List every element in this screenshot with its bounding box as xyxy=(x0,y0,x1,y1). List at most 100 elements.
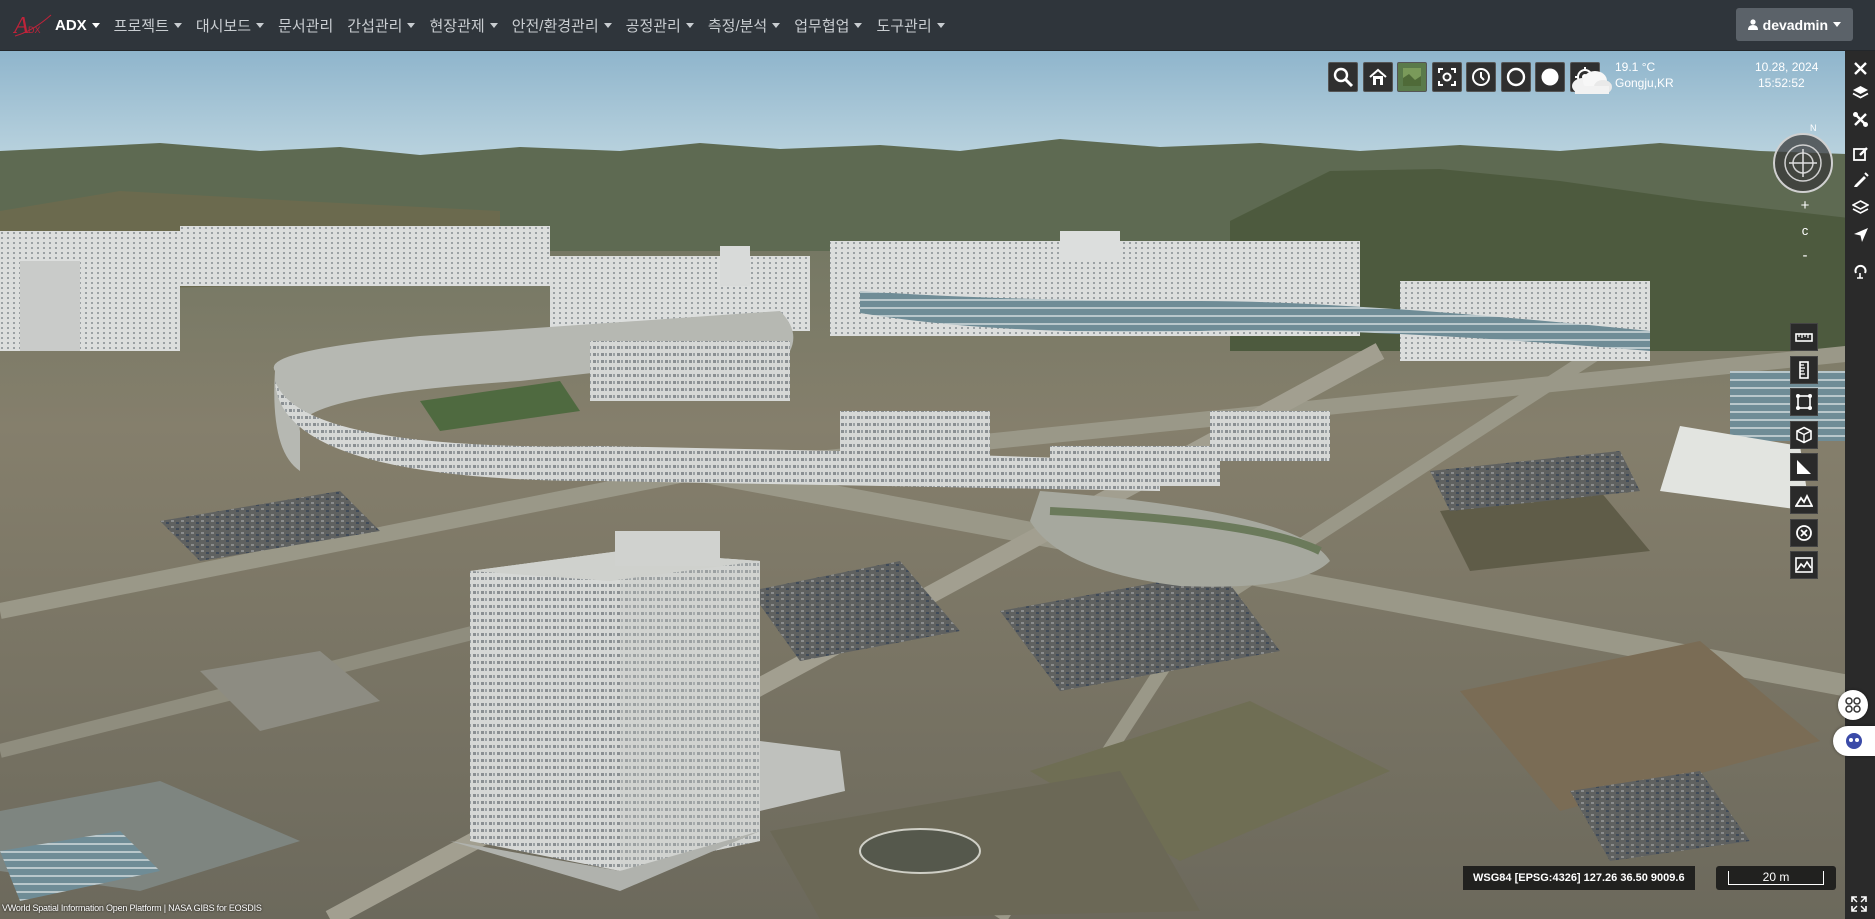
chevron-down-icon xyxy=(173,22,182,28)
fullscreen-icon[interactable] xyxy=(1850,895,1868,913)
grid-apps-icon xyxy=(1845,697,1861,713)
chevron-down-icon xyxy=(854,22,863,28)
profile-tool-button[interactable] xyxy=(1790,551,1818,580)
nav-item-6[interactable]: 안전/환경관리 xyxy=(512,15,612,36)
cloud-icon xyxy=(1572,71,1612,94)
circle-outline-icon xyxy=(1506,67,1525,87)
chatbot-icon xyxy=(1846,733,1862,749)
rail-edit-button[interactable] xyxy=(1848,142,1872,164)
chevron-down-icon xyxy=(256,22,265,28)
cube-icon xyxy=(1796,426,1812,444)
compass-widget[interactable]: N xyxy=(1772,123,1834,198)
nav-item-4[interactable]: 간섭관리 xyxy=(347,15,416,36)
svg-text:A: A xyxy=(13,13,29,39)
stack-icon xyxy=(1851,199,1869,214)
profile-icon xyxy=(1795,557,1813,573)
nav-item-1[interactable]: 프로젝트 xyxy=(114,15,182,36)
clear-tool-button[interactable] xyxy=(1790,518,1818,547)
circle-filled-button[interactable] xyxy=(1535,62,1565,92)
ruler-tool-button[interactable] xyxy=(1790,323,1818,351)
cube-tool-button[interactable] xyxy=(1790,420,1818,449)
nav-item-label: 프로젝트 xyxy=(113,17,169,35)
scale-bar: 20 m xyxy=(1716,866,1836,890)
map-toolbar xyxy=(1328,62,1604,92)
rail-close-button[interactable] xyxy=(1848,57,1872,79)
coordinate-readout: WSG84 [EPSG:4326] 127.26 36.50 9009.6 xyxy=(1463,866,1695,890)
nav-item-label: 간섭관리 xyxy=(347,17,403,35)
zoom-out-button[interactable]: - xyxy=(1796,247,1814,265)
nav-item-2[interactable]: 대시보드 xyxy=(195,15,265,36)
chevron-down-icon xyxy=(91,22,100,28)
brand-name: ADX xyxy=(55,16,87,34)
rail-undo-button[interactable] xyxy=(1848,261,1872,283)
clear-icon xyxy=(1796,524,1812,541)
chevron-down-icon xyxy=(772,22,781,28)
scale-label: 20 m xyxy=(1762,870,1790,884)
area-measure-icon xyxy=(1796,394,1812,411)
zoom-reset-button[interactable]: c xyxy=(1796,222,1814,240)
close-icon xyxy=(1853,61,1867,75)
chevron-down-icon xyxy=(489,22,498,28)
nav-item-label: 대시보드 xyxy=(195,17,252,35)
app-root: A DX ADX 프로젝트 대시보드 문서관리 간섭관리 현장관제 안전/환경관리 공정관리… xyxy=(0,0,1875,919)
nav-item-label: 도구관리 xyxy=(876,17,932,35)
nav-item-7[interactable]: 공정관리 xyxy=(626,15,694,36)
datetime-widget: 10.28, 2024 15:52:52 xyxy=(1755,59,1818,91)
chatbot-button[interactable] xyxy=(1833,726,1875,756)
user-menu-button[interactable]: devadmin xyxy=(1735,8,1853,41)
measure-toolbar xyxy=(1790,323,1818,584)
right-rail xyxy=(1845,51,1875,919)
rail-pen-button[interactable] xyxy=(1848,168,1872,190)
angle-icon xyxy=(1797,460,1811,475)
circle-outline-button[interactable] xyxy=(1500,62,1531,92)
search-icon xyxy=(1333,67,1354,88)
nav-item-label: 안전/환경관리 xyxy=(511,17,599,35)
current-time: 15:52:52 xyxy=(1758,76,1805,90)
nav-item-3[interactable]: 문서관리 xyxy=(278,15,333,36)
adx-logo: A DX xyxy=(13,13,52,39)
nav-item-8[interactable]: 측정/분석 xyxy=(708,15,781,36)
chevron-down-icon xyxy=(1833,22,1841,27)
map-viewport[interactable]: 19.1 °C Gongju,KR 10.28, 2024 15:52:52 N… xyxy=(0,51,1875,919)
nav-item-10[interactable]: 도구관리 xyxy=(876,15,945,36)
map-attribution: VWorld Spatial Information Open Platform… xyxy=(2,903,262,913)
chevron-down-icon xyxy=(936,22,945,28)
rail-stack-button[interactable] xyxy=(1848,196,1872,218)
terrain-tool-button[interactable] xyxy=(1790,485,1818,514)
ruler-icon xyxy=(1795,333,1813,342)
rail-tools-cross-button[interactable] xyxy=(1848,108,1872,130)
tools-cross-icon xyxy=(1852,111,1868,127)
screen-capture-icon xyxy=(1437,68,1456,86)
nav-item-9[interactable]: 업무협업 xyxy=(794,15,863,36)
weather-location: Gongju,KR xyxy=(1615,76,1674,90)
search-button[interactable] xyxy=(1328,62,1358,92)
rail-send-button[interactable] xyxy=(1848,223,1872,245)
satellite-layer-icon xyxy=(1403,68,1421,86)
nav-item-5[interactable]: 현장관제 xyxy=(429,15,498,36)
user-icon xyxy=(1747,19,1758,30)
edit-icon xyxy=(1852,146,1868,161)
main-menu: 프로젝트 대시보드 문서관리 간섭관리 현장관제 안전/환경관리 공정관리 측정/분석 업무협업… xyxy=(114,0,959,51)
brand-menu[interactable]: A DX ADX xyxy=(0,0,100,51)
rail-layers-button[interactable] xyxy=(1848,81,1872,103)
home-button[interactable] xyxy=(1362,62,1393,92)
nav-item-label: 현장관제 xyxy=(429,17,485,35)
terrain-icon xyxy=(1795,493,1813,507)
map-3d-scene[interactable] xyxy=(0,51,1875,919)
ruler-vertical-tool-button[interactable] xyxy=(1790,355,1818,384)
undo-icon xyxy=(1854,264,1866,279)
nav-item-label: 공정관리 xyxy=(625,17,681,35)
layers-icon xyxy=(1852,85,1868,99)
screen-capture-button[interactable] xyxy=(1431,62,1462,92)
area-measure-tool-button[interactable] xyxy=(1790,388,1818,417)
home-icon xyxy=(1368,68,1387,85)
zoom-in-button[interactable]: + xyxy=(1796,197,1814,215)
grid-apps-button[interactable] xyxy=(1838,690,1868,720)
chevron-down-icon xyxy=(685,22,694,28)
pen-icon xyxy=(1853,171,1869,187)
satellite-layer-button[interactable] xyxy=(1397,62,1427,92)
history-clock-button[interactable] xyxy=(1466,62,1496,92)
chevron-down-icon xyxy=(603,22,612,28)
send-icon xyxy=(1853,227,1868,242)
angle-tool-button[interactable] xyxy=(1790,453,1818,482)
